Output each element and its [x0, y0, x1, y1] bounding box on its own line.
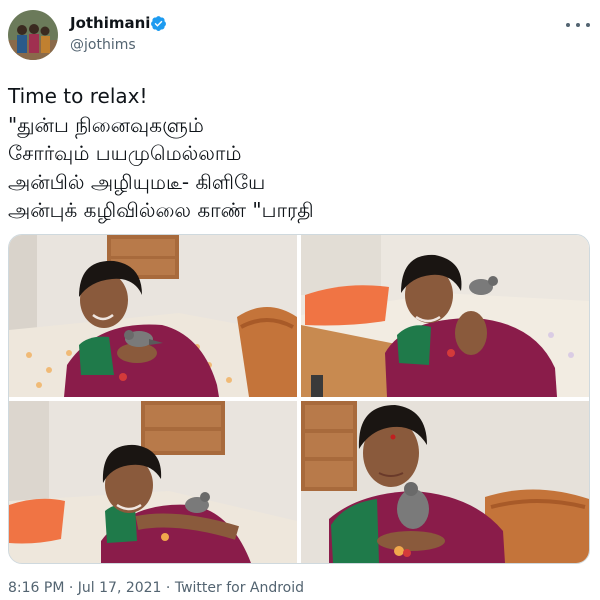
verified-badge-icon [151, 16, 166, 31]
more-options-icon[interactable] [566, 18, 590, 32]
avatar[interactable] [8, 10, 58, 60]
photo-2[interactable] [301, 235, 589, 397]
meta-separator-2: · [161, 580, 175, 596]
photo-4[interactable] [301, 401, 589, 563]
tweet: Jothimani @jothims Time to relax! "துன்ப… [0, 0, 600, 600]
tweet-date[interactable]: Jul 17, 2021 [78, 580, 162, 596]
meta-separator: · [64, 580, 78, 596]
author-handle[interactable]: @jothims [70, 37, 136, 53]
media-grid [8, 234, 590, 564]
photo-3[interactable] [9, 401, 297, 563]
tweet-source[interactable]: Twitter for Android [175, 580, 304, 596]
tweet-text: Time to relax! "துன்ப நினைவுகளும் சோர்வு… [8, 84, 314, 222]
tweet-time[interactable]: 8:16 PM [8, 580, 64, 596]
tweet-meta: 8:16 PM · Jul 17, 2021 · Twitter for And… [8, 580, 304, 596]
author-name[interactable]: Jothimani [70, 14, 150, 32]
photo-1[interactable] [9, 235, 297, 397]
